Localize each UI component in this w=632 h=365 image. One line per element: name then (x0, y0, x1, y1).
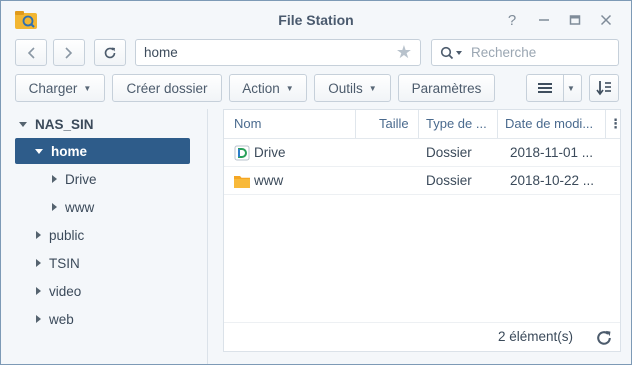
tree-item-video[interactable]: video (36, 278, 81, 304)
settings-label: Paramètres (411, 80, 482, 96)
collapsed-icon (52, 175, 57, 183)
chevron-right-icon (65, 46, 73, 59)
title-bar: File Station ? (1, 1, 631, 37)
column-options-icon[interactable]: ⋮ (609, 110, 622, 138)
refresh-button[interactable] (94, 39, 126, 66)
upload-button[interactable]: Charger ▼ (15, 74, 105, 102)
tree-item-home[interactable]: home (15, 138, 190, 164)
file-type: Dossier (426, 173, 472, 188)
file-date: 2018-10-22 ... (510, 173, 595, 188)
collapsed-icon (36, 259, 41, 267)
maximize-icon (569, 15, 581, 25)
tree-item-label: home (51, 143, 88, 159)
chevron-left-icon (27, 46, 35, 59)
close-icon (600, 14, 612, 26)
refresh-icon (104, 47, 116, 58)
item-count: 2 élément(s) (498, 329, 574, 344)
folder-icon (234, 176, 250, 188)
column-header-type[interactable]: Type de ... (426, 110, 487, 138)
tree-item-web[interactable]: web (36, 306, 74, 332)
tree-item-www[interactable]: www (52, 194, 94, 220)
tree-item-label: Drive (65, 171, 97, 187)
column-header-size[interactable]: Taille (379, 110, 409, 138)
caret-down-icon: ▼ (285, 83, 294, 93)
refresh-icon[interactable] (595, 329, 613, 347)
create-folder-button[interactable]: Créer dossier (112, 74, 222, 102)
column-separator[interactable] (605, 110, 606, 138)
collapsed-icon (36, 315, 41, 323)
column-separator[interactable] (418, 110, 419, 138)
file-type: Dossier (426, 145, 472, 160)
action-label: Action (242, 80, 280, 96)
divider (563, 75, 564, 101)
sort-icon (596, 81, 611, 96)
star-icon[interactable]: ★ (396, 42, 412, 63)
address-text: home (144, 45, 178, 60)
tree-root-nas[interactable]: NAS_SIN (19, 111, 94, 137)
maximize-button[interactable] (564, 9, 586, 31)
upload-label: Charger (28, 80, 78, 96)
collapsed-icon (52, 203, 57, 211)
tree-item-label: web (49, 311, 74, 327)
caret-down-icon: ▼ (368, 83, 377, 93)
tree-root-label: NAS_SIN (35, 116, 94, 132)
table-row[interactable]: Drive Dossier 2018-11-01 ... (224, 139, 620, 167)
address-bar[interactable]: home ★ (135, 39, 421, 66)
tree-item-public[interactable]: public (36, 222, 84, 248)
footer-divider (224, 322, 620, 323)
minimize-button[interactable] (533, 9, 555, 31)
settings-button[interactable]: Paramètres (398, 74, 495, 102)
help-icon: ? (507, 11, 517, 29)
drive-app-icon (234, 145, 250, 161)
table-row[interactable]: www Dossier 2018-10-22 ... (224, 167, 620, 195)
expanded-icon (35, 148, 43, 154)
create-folder-label: Créer dossier (126, 80, 208, 96)
tree-item-label: TSIN (49, 255, 80, 271)
minimize-icon (539, 19, 549, 21)
tree-item-label: www (65, 199, 95, 215)
tree-item-label: video (49, 283, 82, 299)
tools-button[interactable]: Outils ▼ (314, 74, 391, 102)
file-date: 2018-11-01 ... (510, 145, 594, 160)
pane-divider[interactable] (207, 109, 208, 364)
file-name: Drive (254, 145, 286, 160)
collapsed-icon (36, 231, 41, 239)
caret-down-icon: ▼ (83, 83, 92, 93)
action-button[interactable]: Action ▼ (229, 74, 307, 102)
file-name: www (254, 173, 284, 188)
forward-button[interactable] (53, 39, 85, 66)
caret-down-icon[interactable]: ▼ (567, 84, 575, 93)
folder-tree: NAS_SIN home Drive www public TSIN video (1, 109, 206, 364)
search-placeholder: Recherche (471, 45, 537, 60)
column-header-name[interactable]: Nom (234, 110, 261, 138)
list-view-icon (538, 83, 552, 93)
tree-item-label: public (49, 227, 85, 243)
search-field[interactable]: Recherche (431, 39, 619, 66)
column-header-date[interactable]: Date de modi... (505, 110, 593, 138)
sort-button[interactable] (589, 74, 619, 102)
help-button[interactable]: ? (501, 9, 523, 31)
expanded-icon (19, 121, 27, 127)
file-station-window: File Station ? home ★ Recherche Charger … (0, 0, 632, 365)
column-separator[interactable] (355, 110, 356, 138)
tools-label: Outils (328, 80, 363, 96)
view-mode-button[interactable]: ▼ (526, 74, 582, 102)
back-button[interactable] (15, 39, 47, 66)
close-button[interactable] (595, 9, 617, 31)
collapsed-icon (36, 287, 41, 295)
column-separator[interactable] (497, 110, 498, 138)
tree-item-tsin[interactable]: TSIN (36, 250, 80, 276)
tree-item-drive[interactable]: Drive (52, 166, 97, 192)
file-list-panel: Nom Taille Type de ... Date de modi... ⋮… (223, 109, 622, 352)
search-icon[interactable] (440, 46, 464, 60)
